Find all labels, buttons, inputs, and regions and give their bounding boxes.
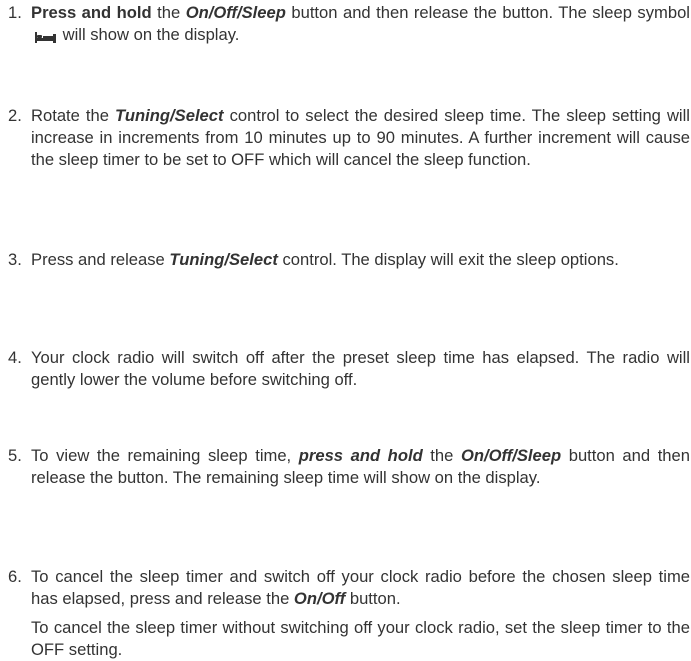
emphasis-text: Press and hold: [31, 3, 152, 22]
emphasis-text: press and hold: [298, 446, 423, 465]
body-text: Rotate the: [31, 106, 116, 125]
emphasis-text: Tuning/Select: [115, 106, 224, 125]
step-number: 6.: [8, 567, 22, 586]
emphasis-text: On/Off/Sleep: [460, 446, 562, 465]
emphasis-text: Tuning/Select: [169, 250, 278, 269]
step-paragraph: Press and release Tuning/Select control.…: [31, 249, 690, 271]
step-paragraph: Rotate the Tuning/Select control to sele…: [31, 105, 690, 171]
step-number: 4.: [8, 348, 22, 367]
sleep-icon: [35, 32, 56, 43]
body-text: button.: [345, 589, 401, 608]
step-number: 1.: [8, 3, 22, 22]
emphasis-text: On/Off: [293, 589, 346, 608]
step-text: Your clock radio will switch off after t…: [31, 347, 690, 391]
step-paragraph: To cancel the sleep timer without switch…: [31, 617, 690, 661]
step-number: 5.: [8, 446, 22, 465]
body-text: button and then release the button. The …: [285, 3, 690, 22]
body-text: the: [151, 3, 186, 22]
step-text: To view the remaining sleep time, press …: [31, 445, 690, 489]
step-number: 3.: [8, 250, 22, 269]
manual-page: { "steps": [ { "number": "1.", "paragrap…: [0, 0, 691, 659]
body-text: the: [422, 446, 461, 465]
body-text: Press and release: [31, 250, 170, 269]
body-text: To view the remaining sleep time,: [31, 446, 299, 465]
step-text: Press and hold the On/Off/Sleep button a…: [31, 2, 690, 46]
body-text: Your clock radio will switch off after t…: [31, 348, 690, 389]
step-number: 2.: [8, 106, 22, 125]
step-paragraph: To view the remaining sleep time, press …: [31, 445, 690, 489]
emphasis-text: On/Off/Sleep: [185, 3, 286, 22]
body-text: To cancel the sleep timer without switch…: [31, 618, 690, 659]
step-paragraph: Press and hold the On/Off/Sleep button a…: [31, 2, 690, 46]
step-paragraph: Your clock radio will switch off after t…: [31, 347, 690, 391]
step-text: Press and release Tuning/Select control.…: [31, 249, 690, 271]
step-text: Rotate the Tuning/Select control to sele…: [31, 105, 690, 171]
step-text: To cancel the sleep timer and switch off…: [31, 566, 690, 661]
body-text: will show on the display.: [58, 25, 240, 44]
body-text: control. The display will exit the sleep…: [277, 250, 619, 269]
step-paragraph: To cancel the sleep timer and switch off…: [31, 566, 690, 610]
